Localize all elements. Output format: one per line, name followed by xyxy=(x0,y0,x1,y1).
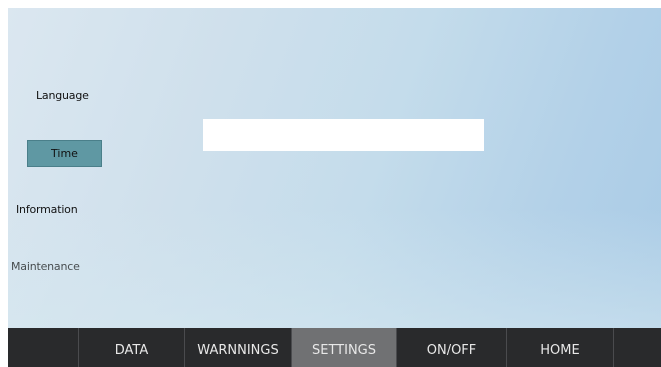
sidebar-item-language[interactable]: Language xyxy=(36,89,89,103)
sidebar-item-time[interactable]: Time xyxy=(27,140,102,167)
settings-screen: Language Time Information Maintenance xyxy=(8,8,661,328)
sidebar-item-information[interactable]: Information xyxy=(16,203,78,217)
bottom-nav-bar: DATA WARNNINGS SETTINGS ON/OFF HOME xyxy=(8,328,661,367)
sidebar-item-label: Time xyxy=(51,147,78,160)
sidebar-item-maintenance[interactable]: Maintenance xyxy=(11,260,80,274)
tab-on-off[interactable]: ON/OFF xyxy=(397,328,507,367)
tab-warnings[interactable]: WARNNINGS xyxy=(185,328,292,367)
tab-data[interactable]: DATA xyxy=(79,328,185,367)
time-input[interactable] xyxy=(203,119,484,151)
nav-blank-left xyxy=(8,328,79,367)
tab-settings[interactable]: SETTINGS xyxy=(292,328,397,367)
tab-home[interactable]: HOME xyxy=(507,328,614,367)
nav-blank-right xyxy=(614,328,661,367)
